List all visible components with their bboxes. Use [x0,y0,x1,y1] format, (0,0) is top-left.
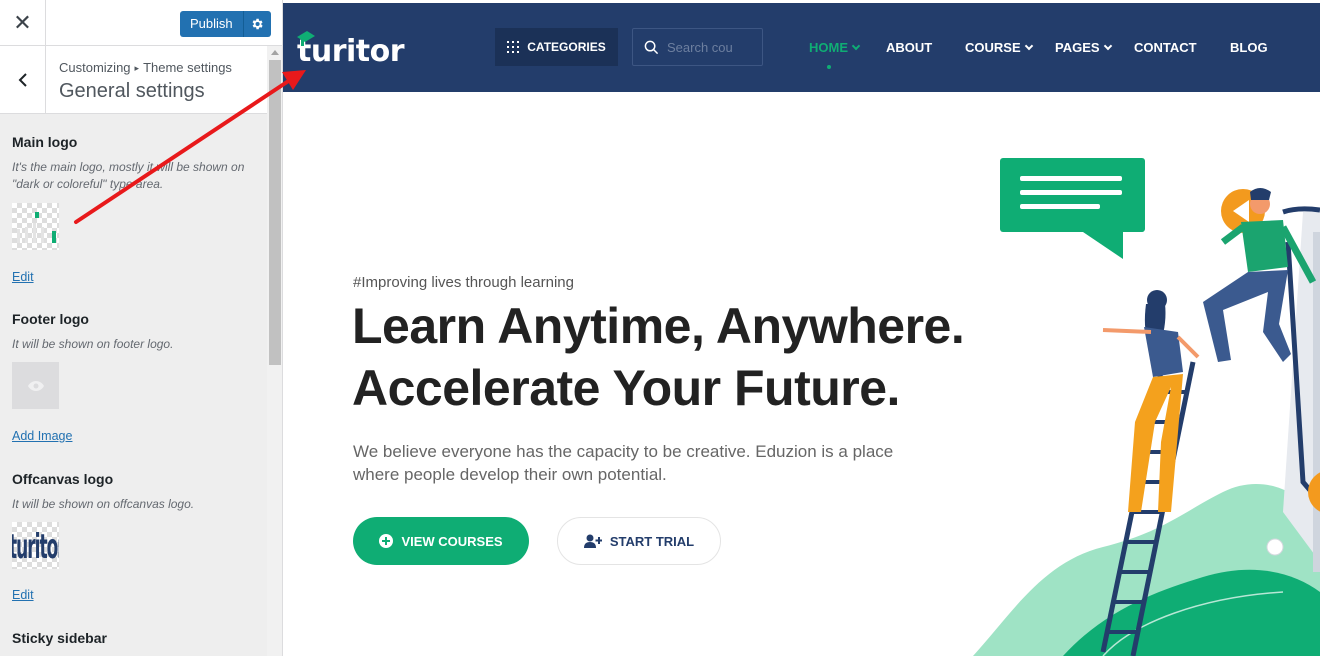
publish-button[interactable]: Publish [180,11,243,37]
hero-tagline: #Improving lives through learning [353,274,574,291]
site-logo[interactable]: turitor [297,31,405,71]
customizer-header: ✕ Publish [0,0,282,46]
search-box [632,28,763,66]
nav-home-label: HOME [809,40,848,55]
offcanvas-logo-description: It will be shown on offcanvas logo. [12,497,195,511]
view-courses-button[interactable]: VIEW COURSES [353,517,529,565]
start-trial-label: START TRIAL [609,533,695,549]
sticky-sidebar-title: Sticky sidebar [12,630,107,646]
chevron-down-icon [1103,41,1112,50]
breadcrumb-root: Customizing [59,60,131,75]
chevron-down-icon [1024,41,1033,50]
nav-pages[interactable]: PAGES [1055,40,1112,55]
hero-headline-line-2: Accelerate Your Future. [352,360,900,416]
footer-logo-placeholder[interactable] [12,362,59,409]
offcanvas-logo-title: Offcanvas logo [12,471,114,487]
close-icon: ✕ [13,10,32,35]
hero-headline: Learn Anytime, Anywhere. Accelerate Your… [352,295,972,419]
nav-about-label: ABOUT [886,40,933,55]
footer-logo-description: It will be shown on footer logo. [12,337,174,351]
publish-settings-button[interactable] [242,11,271,37]
nav-blog[interactable]: BLOG [1230,40,1268,55]
hero-paragraph: We believe everyone has the capacity to … [353,442,894,484]
main-logo-description: It's the main logo, mostly it will be sh… [12,160,245,191]
customizer-panel: ✕ Publish Customizing ▸ Theme settings G… [0,0,283,656]
offcanvas-logo-thumbnail[interactable]: turitor [12,522,59,569]
main-logo-thumbnail[interactable] [12,203,59,250]
chevron-down-icon [851,41,861,50]
section-header: Customizing ▸ Theme settings General setti… [0,46,267,114]
footer-logo-add-image-link[interactable]: Add Image [12,429,72,443]
eye-icon [27,380,44,391]
nav-pages-label: PAGES [1055,40,1100,55]
nav-blog-label: BLOG [1230,40,1268,55]
nav-contact[interactable]: CONTACT [1134,40,1197,55]
panel-scrollbar[interactable] [267,46,282,656]
breadcrumb-parent: Theme settings [143,60,232,75]
search-input[interactable] [667,39,762,55]
gear-icon [252,18,263,30]
nav-contact-label: CONTACT [1134,40,1197,55]
graduation-cap-icon [297,31,315,46]
search-icon[interactable] [644,40,659,55]
section-title: General settings [59,80,205,102]
nav-course-label: COURSE [965,40,1021,55]
offcanvas-logo-edit-link[interactable]: Edit [12,588,34,602]
customizer-screen: ✕ Publish Customizing ▸ Theme settings G… [0,0,1320,656]
plus-circle-icon [379,534,394,548]
hero-headline-line-1: Learn Anytime, Anywhere. [352,298,965,354]
main-logo-preview-image [17,212,56,243]
user-plus-icon [583,534,602,548]
site-header: turitor CATEGORIES HOME ABOUT [283,3,1320,92]
close-button[interactable]: ✕ [0,0,46,46]
nav-course[interactable]: COURSE [965,40,1033,55]
categories-label: CATEGORIES [527,40,606,54]
start-trial-button[interactable]: START TRIAL [557,517,721,565]
grid-icon [507,41,520,53]
footer-logo-title: Footer logo [12,311,89,327]
view-courses-label: VIEW COURSES [401,533,503,549]
nav-home[interactable]: HOME [809,40,861,55]
site-preview: turitor CATEGORIES HOME ABOUT [283,0,1320,656]
scroll-thumb[interactable] [269,60,281,365]
scroll-up-arrow[interactable] [271,50,279,55]
publish-group: Publish [180,11,271,37]
back-button[interactable] [0,46,46,114]
nav-active-indicator [827,65,831,69]
main-logo-title: Main logo [12,134,78,150]
offcanvas-logo-preview-text: turitor [12,528,59,568]
breadcrumb: Customizing ▸ Theme settings [59,60,232,75]
breadcrumb-separator: ▸ [134,63,140,73]
main-logo-edit-link[interactable]: Edit [12,270,34,284]
categories-button[interactable]: CATEGORIES [495,28,618,66]
back-arrow-icon [18,73,27,87]
nav-about[interactable]: ABOUT [886,40,932,55]
